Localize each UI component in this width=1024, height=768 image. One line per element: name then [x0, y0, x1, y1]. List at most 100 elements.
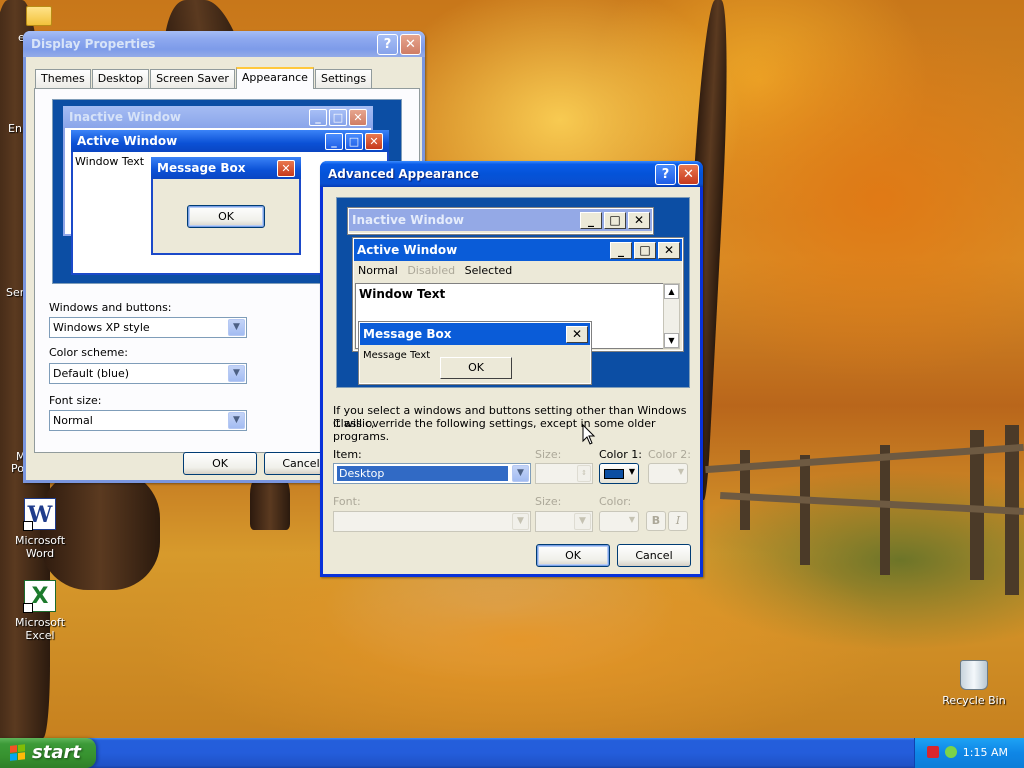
desktop-icon-microsoft-excel[interactable]: Microsoft Excel: [0, 580, 80, 642]
minimize-icon: _: [309, 109, 327, 126]
desktop-icon-microsoft-word[interactable]: Microsoft Word: [0, 498, 80, 560]
italic-button[interactable]: I: [668, 511, 688, 531]
windows-buttons-label: Windows and buttons:: [49, 301, 172, 314]
tab-desktop[interactable]: Desktop: [91, 69, 150, 88]
size-label: Size:: [535, 448, 562, 461]
minimize-icon: _: [325, 133, 343, 150]
maximize-icon: □: [604, 212, 626, 229]
preview-active-title-text: Active Window: [357, 243, 458, 257]
window-title-text: Advanced Appearance: [328, 167, 479, 181]
help-button[interactable]: ?: [655, 164, 676, 185]
mouse-cursor-icon: [582, 424, 596, 445]
info-text-line-2: it will override the following settings,…: [333, 417, 656, 443]
word-icon: [23, 498, 56, 531]
item-label: Item:: [333, 448, 362, 461]
advanced-preview: Inactive Window _ □ ✕ Active Window _ □ …: [336, 197, 690, 388]
chevron-down-icon[interactable]: ▼: [228, 412, 245, 429]
chevron-down-icon[interactable]: ▼: [228, 365, 245, 382]
preview-message-title: Message Box: [360, 323, 590, 345]
advanced-appearance-window: Advanced Appearance ? ✕ Inactive Window …: [320, 161, 703, 577]
system-tray: 1:15 AM: [914, 738, 1024, 768]
scroll-down-icon: ▼: [664, 333, 679, 348]
item-select[interactable]: Desktop ▼: [333, 463, 531, 484]
preview-ok-button: OK: [187, 205, 265, 228]
chevron-down-icon: ▼: [677, 467, 684, 476]
fence-post: [740, 450, 750, 530]
font-size-value: Normal: [53, 414, 93, 427]
preview-menu-bar: Normal Disabled Selected: [354, 261, 682, 281]
preview-message-text: Message Text: [363, 350, 431, 361]
security-shield-icon[interactable]: [927, 746, 939, 758]
windows-logo-icon: [10, 744, 26, 762]
preview-inactive-title: Inactive Window _ □ ✕: [63, 106, 373, 128]
color2-label: Color 2:: [648, 448, 691, 461]
ok-button[interactable]: OK: [183, 452, 257, 475]
maximize-icon: □: [345, 133, 363, 150]
taskbar: start 1:15 AM: [0, 738, 1024, 768]
tab-screen-saver[interactable]: Screen Saver: [150, 69, 235, 88]
maximize-icon: □: [329, 109, 347, 126]
shortcut-arrow-icon: [23, 521, 33, 531]
preview-window-text: Window Text: [359, 287, 446, 301]
preview-active-title-text: Active Window: [77, 134, 178, 148]
preview-ok-button: OK: [440, 357, 512, 379]
color1-button[interactable]: ▼: [599, 463, 639, 484]
close-button[interactable]: ✕: [678, 164, 699, 185]
preview-message-title-text: Message Box: [363, 327, 452, 341]
shortcut-arrow-icon: [23, 603, 33, 613]
chevron-down-icon[interactable]: ▼: [512, 513, 529, 530]
spinner-icon[interactable]: ⇕: [577, 465, 591, 482]
size-spinner[interactable]: ⇕: [535, 463, 593, 484]
font-color-label: Color:: [599, 495, 632, 508]
start-button[interactable]: start: [0, 738, 96, 768]
preview-inactive-window: Inactive Window _ □ ✕: [347, 207, 654, 235]
close-icon: ✕: [277, 160, 295, 177]
cancel-button[interactable]: Cancel: [617, 544, 691, 567]
chevron-down-icon: ▼: [628, 467, 635, 476]
network-icon[interactable]: [945, 746, 957, 758]
window-title-text: Display Properties: [31, 37, 156, 51]
font-select[interactable]: ▼: [333, 511, 531, 532]
color-scheme-select[interactable]: Default (blue) ▼: [49, 363, 247, 384]
chevron-down-icon[interactable]: ▼: [512, 465, 529, 482]
bold-button[interactable]: B: [646, 511, 666, 531]
chevron-down-icon[interactable]: ▼: [228, 319, 245, 336]
preview-active-title: Active Window: [354, 239, 682, 261]
preview-menu-selected: Selected: [464, 264, 513, 277]
windows-buttons-value: Windows XP style: [53, 321, 150, 334]
maximize-icon: □: [634, 242, 656, 259]
chevron-down-icon: ▼: [628, 515, 635, 524]
font-size-label: Size:: [535, 495, 562, 508]
desktop-icon-label: Recycle Bin: [942, 694, 1006, 707]
clock[interactable]: 1:15 AM: [963, 746, 1008, 759]
close-icon: ✕: [365, 133, 383, 150]
preview-scrollbar: ▲ ▼: [663, 283, 680, 349]
tab-appearance[interactable]: Appearance: [235, 67, 314, 89]
font-color-button[interactable]: ▼: [599, 511, 639, 532]
window-title: Advanced Appearance ? ✕: [320, 161, 703, 187]
desktop-icon-recycle-bin[interactable]: Recycle Bin: [934, 660, 1014, 707]
scroll-up-icon: ▲: [664, 284, 679, 299]
minimize-icon: _: [610, 242, 632, 259]
close-icon: ✕: [658, 242, 680, 259]
recycle-bin-icon: [960, 660, 988, 690]
ok-button[interactable]: OK: [536, 544, 610, 567]
font-label: Font:: [333, 495, 361, 508]
font-size-select[interactable]: ▼: [535, 511, 593, 532]
chevron-down-icon[interactable]: ▼: [574, 513, 591, 530]
color2-button[interactable]: ▼: [648, 463, 688, 484]
folder-icon[interactable]: [26, 6, 52, 26]
preview-menu-disabled: Disabled: [407, 264, 456, 277]
preview-active-title: Active Window _ □ ✕: [71, 130, 389, 152]
color1-label: Color 1:: [599, 448, 642, 461]
tab-settings[interactable]: Settings: [314, 69, 373, 88]
font-size-select[interactable]: Normal ▼: [49, 410, 247, 431]
tab-themes[interactable]: Themes: [35, 69, 91, 88]
windows-buttons-select[interactable]: Windows XP style ▼: [49, 317, 247, 338]
preview-message-title: Message Box ✕: [151, 157, 301, 179]
help-button[interactable]: ?: [377, 34, 398, 55]
color-scheme-value: Default (blue): [53, 367, 130, 380]
preview-menu-normal: Normal: [358, 264, 398, 277]
close-button[interactable]: ✕: [400, 34, 421, 55]
preview-message-title-text: Message Box: [157, 161, 246, 175]
